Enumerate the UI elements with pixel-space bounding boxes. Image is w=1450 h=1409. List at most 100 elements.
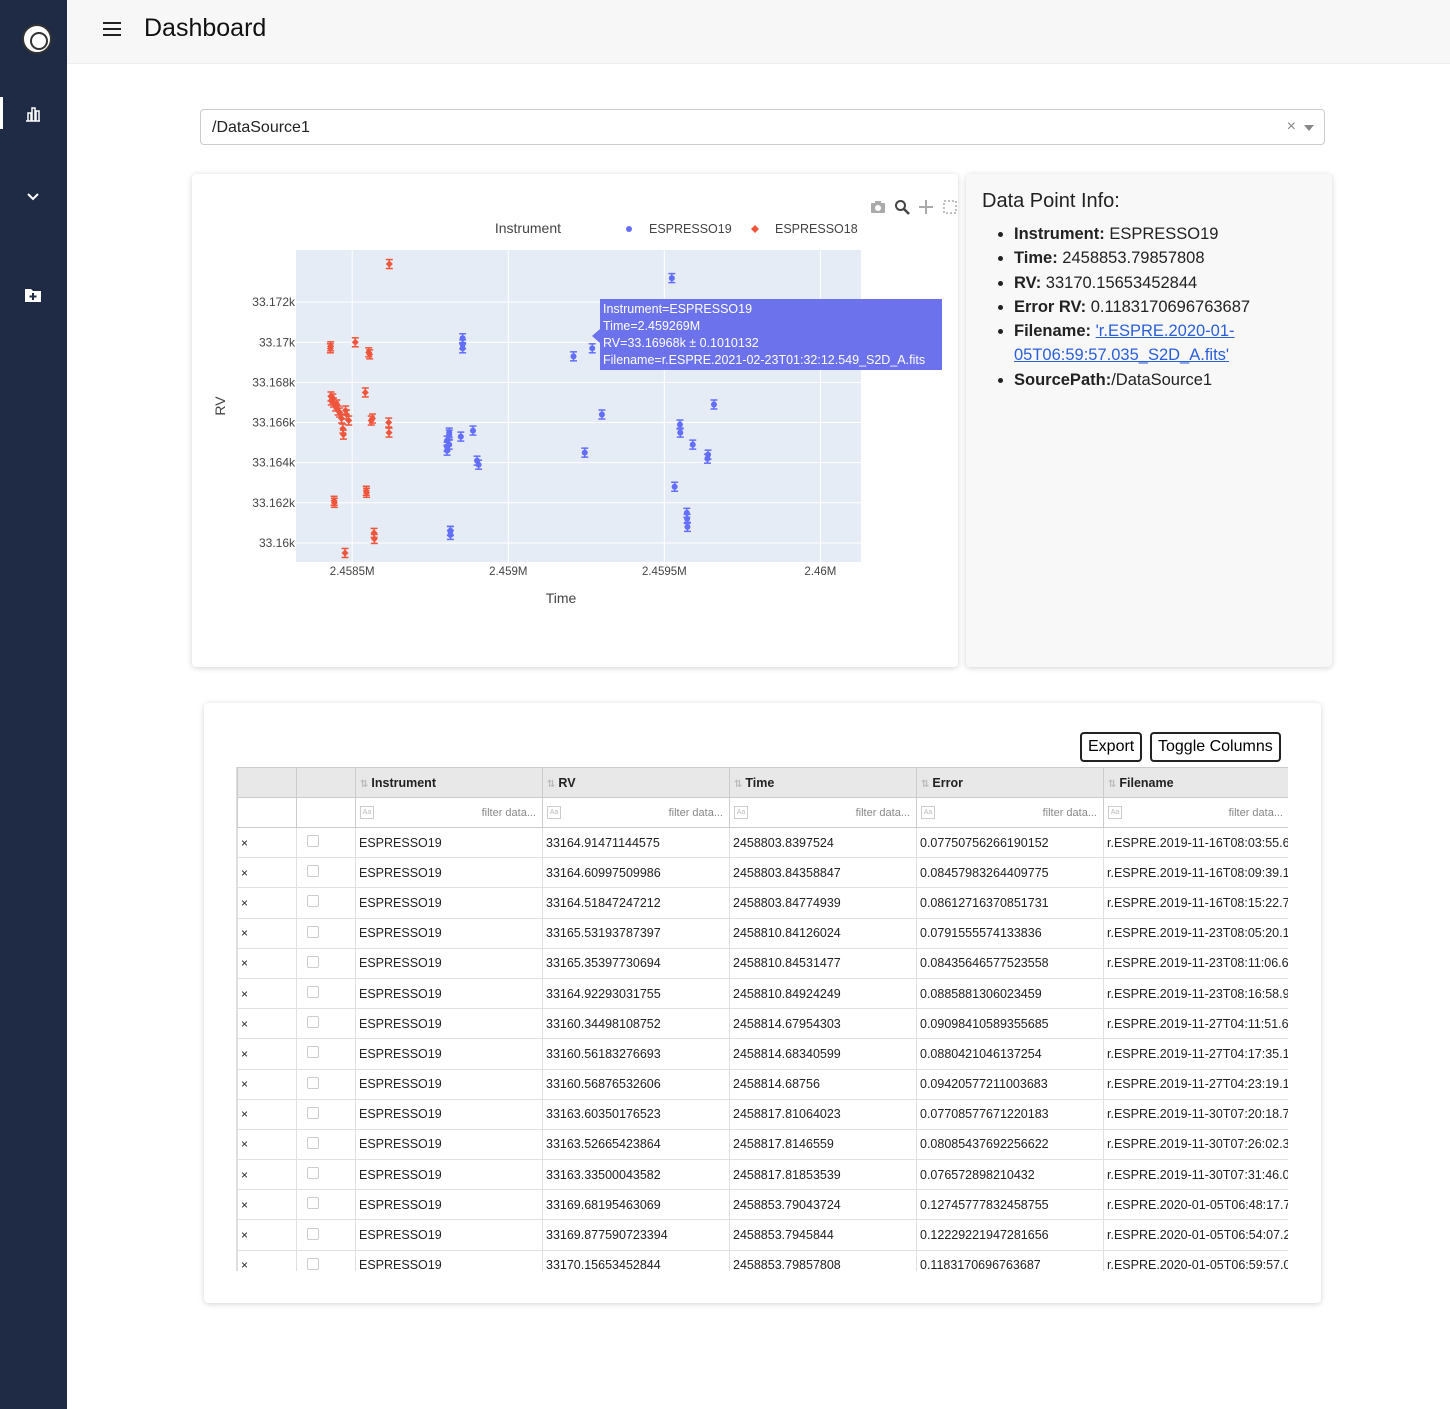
row-checkbox[interactable] (307, 1227, 319, 1240)
clear-icon[interactable]: × (1287, 118, 1296, 136)
row-select[interactable] (296, 917, 356, 949)
row-checkbox[interactable] (307, 895, 319, 908)
cell-instrument[interactable]: ESPRESSO19 (355, 1249, 543, 1271)
table-row[interactable]: × ESPRESSO19 33165.53193787397 2458810.8412… (237, 917, 1288, 949)
cell-time[interactable]: 2458803.8397524 (729, 826, 917, 859)
filter-instrument[interactable]: Aa filter data... (355, 797, 543, 828)
delete-row-icon[interactable]: × (237, 917, 297, 949)
cell-time[interactable]: 2458814.68340599 (729, 1038, 917, 1070)
cell-rv[interactable]: 33160.56183276693 (542, 1038, 730, 1070)
cell-error[interactable]: 0.0880421046137254 (916, 1038, 1104, 1070)
logo-icon[interactable] (22, 24, 52, 54)
cell-error[interactable]: 0.08457983264409775 (916, 857, 1104, 889)
cell-rv[interactable]: 33164.92293031755 (542, 977, 730, 1010)
table-row[interactable]: × ESPRESSO19 33169.877590723394 2458853.794… (237, 1219, 1288, 1251)
folder-add-icon[interactable] (22, 284, 44, 306)
cell-rv[interactable]: 33165.35397730694 (542, 947, 730, 979)
cell-time[interactable]: 2458803.84774939 (729, 887, 917, 919)
cell-instrument[interactable]: ESPRESSO19 (355, 887, 543, 919)
cell-rv[interactable]: 33169.68195463069 (542, 1189, 730, 1221)
row-select[interactable] (296, 1159, 356, 1191)
cell-rv[interactable]: 33170.15653452844 (542, 1249, 730, 1271)
table-row[interactable]: × ESPRESSO19 33164.60997509986 2458803.8435… (237, 857, 1288, 889)
legend-marker-espresso19[interactable] (626, 226, 632, 232)
zoom-icon[interactable] (892, 199, 912, 215)
delete-row-icon[interactable]: × (237, 1068, 297, 1100)
cell-instrument[interactable]: ESPRESSO19 (355, 1159, 543, 1191)
cell-error[interactable]: 0.09098410589355685 (916, 1008, 1104, 1040)
row-checkbox[interactable] (307, 1016, 319, 1029)
row-select[interactable] (296, 947, 356, 979)
cell-time[interactable]: 2458814.67954303 (729, 1008, 917, 1040)
cell-filename[interactable]: r.ESPRE.2019-11-30T07:26:02.3 (1103, 1128, 1288, 1161)
cell-error[interactable]: 0.08435646577523558 (916, 947, 1104, 979)
cell-filename[interactable]: r.ESPRE.2019-11-16T08:09:39.1 (1103, 857, 1288, 889)
cell-rv[interactable]: 33160.56876532606 (542, 1068, 730, 1100)
row-checkbox[interactable] (307, 925, 319, 938)
row-select[interactable] (296, 977, 356, 1010)
row-select[interactable] (296, 1008, 356, 1040)
row-select[interactable] (296, 826, 356, 859)
case-toggle-icon[interactable]: Aa (360, 806, 374, 819)
filter-rv[interactable]: Aa filter data... (542, 797, 730, 828)
plot-area[interactable] (296, 250, 861, 562)
row-checkbox[interactable] (307, 986, 319, 999)
legend-marker-espresso18[interactable] (751, 225, 759, 233)
row-select[interactable] (296, 1098, 356, 1130)
row-select[interactable] (296, 1219, 356, 1251)
cell-error[interactable]: 0.07708577671220183 (916, 1098, 1104, 1130)
cell-rv[interactable]: 33163.52665423864 (542, 1128, 730, 1161)
row-select[interactable] (296, 1038, 356, 1070)
menu-icon[interactable] (103, 22, 121, 38)
delete-row-icon[interactable]: × (237, 887, 297, 919)
table-row[interactable]: × ESPRESSO19 33169.68195463069 2458853.7904… (237, 1189, 1288, 1221)
cell-rv[interactable]: 33164.60997509986 (542, 857, 730, 889)
cell-rv[interactable]: 33160.34498108752 (542, 1008, 730, 1040)
table-row[interactable]: × ESPRESSO19 33164.92293031755 2458810.8492… (237, 977, 1288, 1010)
row-checkbox[interactable] (307, 955, 319, 968)
cell-instrument[interactable]: ESPRESSO19 (355, 1098, 543, 1130)
box-select-icon[interactable] (940, 199, 960, 215)
sort-icon[interactable]: ⇅ (921, 779, 929, 790)
delete-row-icon[interactable]: × (237, 1159, 297, 1191)
cell-instrument[interactable]: ESPRESSO19 (355, 1219, 543, 1251)
case-toggle-icon[interactable]: Aa (1108, 806, 1122, 819)
cell-filename[interactable]: r.ESPRE.2020-01-05T06:59:57.0 (1103, 1249, 1288, 1271)
cell-instrument[interactable]: ESPRESSO19 (355, 1128, 543, 1161)
cell-error[interactable]: 0.0885881306023459 (916, 977, 1104, 1010)
cell-error[interactable]: 0.12745777832458755 (916, 1189, 1104, 1221)
cell-time[interactable]: 2458853.79043724 (729, 1189, 917, 1221)
cell-instrument[interactable]: ESPRESSO19 (355, 826, 543, 859)
row-checkbox[interactable] (307, 1197, 319, 1210)
cell-filename[interactable]: r.ESPRE.2019-11-16T08:15:22.78 (1103, 887, 1288, 919)
cell-error[interactable]: 0.1183170696763687 (916, 1249, 1104, 1271)
cell-error[interactable]: 0.07750756266190152 (916, 826, 1104, 859)
row-select[interactable] (296, 1249, 356, 1271)
datasource-select[interactable]: /DataSource1 × (200, 109, 1325, 145)
cell-rv[interactable]: 33163.33500043582 (542, 1159, 730, 1191)
cell-filename[interactable]: r.ESPRE.2019-11-27T04:11:51.61 (1103, 1008, 1288, 1040)
cell-filename[interactable]: r.ESPRE.2019-11-27T04:17:35.13 (1103, 1038, 1288, 1070)
legend-label-espresso18[interactable]: ESPRESSO18 (775, 222, 858, 236)
row-checkbox[interactable] (307, 1076, 319, 1089)
cell-time[interactable]: 2458853.7945844 (729, 1219, 917, 1251)
cell-rv[interactable]: 33163.60350176523 (542, 1098, 730, 1130)
sort-icon[interactable]: ⇅ (734, 779, 742, 790)
row-checkbox[interactable] (307, 1167, 319, 1180)
camera-icon[interactable] (868, 199, 888, 215)
row-select[interactable] (296, 1189, 356, 1221)
cell-time[interactable]: 2458817.81064023 (729, 1098, 917, 1130)
data-table[interactable]: ⇅ Instrument ⇅ RV ⇅ Time ⇅ Error ⇅ Filename A… (236, 767, 1288, 1271)
row-select[interactable] (296, 857, 356, 889)
header-filename[interactable]: ⇅ Filename (1103, 767, 1288, 798)
sort-icon[interactable]: ⇅ (1108, 779, 1116, 790)
cell-filename[interactable]: r.ESPRE.2019-11-23T08:05:20.1 (1103, 917, 1288, 949)
table-row[interactable]: × ESPRESSO19 33170.15653452844 2458853.7985… (237, 1249, 1288, 1271)
filter-time[interactable]: Aa filter data... (729, 797, 917, 828)
table-row[interactable]: × ESPRESSO19 33163.60350176523 2458817.8106… (237, 1098, 1288, 1130)
cell-error[interactable]: 0.08612716370851731 (916, 887, 1104, 919)
cell-instrument[interactable]: ESPRESSO19 (355, 857, 543, 889)
row-checkbox[interactable] (307, 835, 319, 848)
header-instrument[interactable]: ⇅ Instrument (355, 767, 543, 798)
cell-rv[interactable]: 33164.91471144575 (542, 826, 730, 859)
